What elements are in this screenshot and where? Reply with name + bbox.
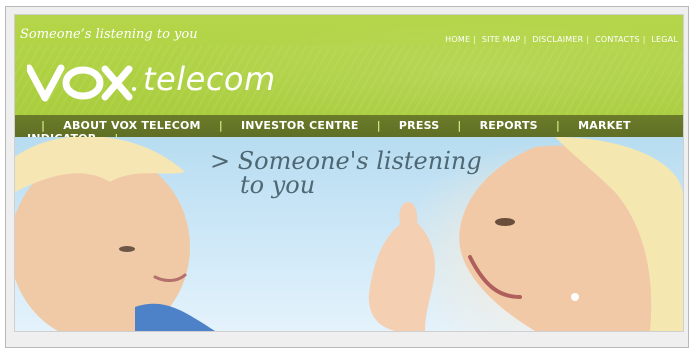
site-container: Someone’s listening to you HOME | SITE MA… [14,14,684,332]
contacts-link[interactable]: CONTACTS [595,35,640,44]
nav-press[interactable]: PRESS [399,119,439,132]
header-banner: Someone’s listening to you HOME | SITE MA… [15,15,683,115]
separator: | [473,35,477,44]
separator: | [642,35,646,44]
separator: | [457,119,462,132]
main-nav: | ABOUT VOX TELECOM | INVESTOR CENTRE | … [15,115,683,145]
separator: | [555,119,561,132]
nav-reports[interactable]: REPORTS [480,119,538,132]
separator: | [586,35,590,44]
tagline: Someone’s listening to you [20,27,198,42]
home-link[interactable]: HOME [445,35,470,44]
site-map-link[interactable]: SITE MAP [482,35,521,44]
separator: | [218,119,223,132]
hero-line-2: to you [240,171,316,199]
hero-image: > Someone's listening to you [15,137,683,331]
nav-investor-centre[interactable]: INVESTOR CENTRE [241,119,359,132]
hero-headline: > Someone's listening to you [210,149,482,197]
nav-about[interactable]: ABOUT VOX TELECOM [63,119,200,132]
vox-logo-mark-icon [27,64,136,102]
logo-wordmark: telecom [143,60,276,98]
separator: | [41,119,46,132]
top-links: HOME | SITE MAP | DISCLAIMER | CONTACTS | LE… [445,35,678,44]
disclaimer-link[interactable]: DISCLAIMER [532,35,583,44]
separator: | [376,119,381,132]
separator: | [523,35,527,44]
vox-telecom-logo[interactable]: telecom [27,60,287,107]
legal-link[interactable]: LEGAL [651,35,678,44]
